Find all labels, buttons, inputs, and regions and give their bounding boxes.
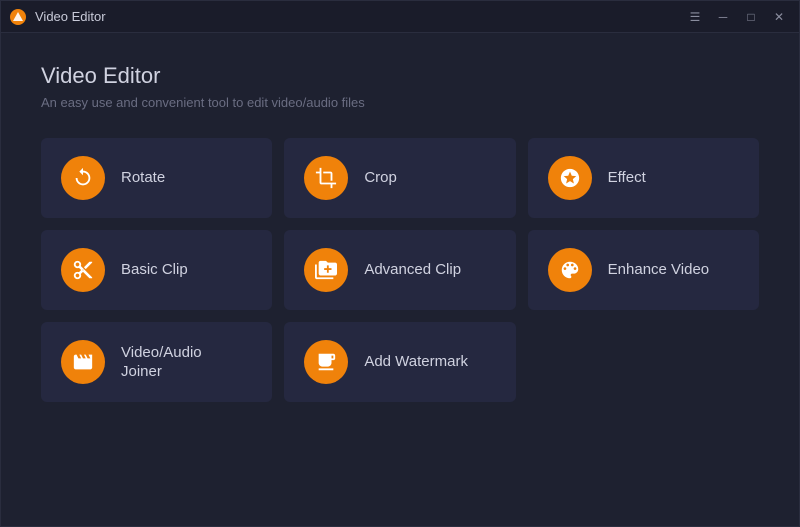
close-button[interactable]: ✕ — [767, 7, 791, 27]
menu-button[interactable]: ☰ — [683, 7, 707, 27]
rotate-icon — [61, 156, 105, 200]
crop-label: Crop — [364, 168, 397, 188]
card-add-watermark[interactable]: Add Watermark — [284, 322, 515, 402]
page-title: Video Editor — [41, 63, 759, 89]
card-video-audio-joiner[interactable]: Video/Audio Joiner — [41, 322, 272, 402]
add-watermark-label: Add Watermark — [364, 352, 468, 372]
watermark-icon — [304, 340, 348, 384]
page-subtitle: An easy use and convenient tool to edit … — [41, 95, 759, 110]
title-bar: Video Editor ☰ ─ □ ✕ — [1, 1, 799, 33]
card-basic-clip[interactable]: Basic Clip — [41, 230, 272, 310]
advanced-clip-icon — [304, 248, 348, 292]
effect-label: Effect — [608, 168, 646, 188]
main-content: Video Editor An easy use and convenient … — [1, 33, 799, 526]
crop-icon — [304, 156, 348, 200]
maximize-button[interactable]: □ — [739, 7, 763, 27]
film-icon — [61, 340, 105, 384]
palette-icon — [548, 248, 592, 292]
card-rotate[interactable]: Rotate — [41, 138, 272, 218]
main-window: Video Editor ☰ ─ □ ✕ Video Editor An eas… — [0, 0, 800, 527]
minimize-button[interactable]: ─ — [711, 7, 735, 27]
card-crop[interactable]: Crop — [284, 138, 515, 218]
window-controls: ☰ ─ □ ✕ — [683, 7, 791, 27]
app-icon — [9, 8, 27, 26]
card-empty — [528, 322, 759, 402]
rotate-label: Rotate — [121, 168, 165, 188]
scissors-icon — [61, 248, 105, 292]
window-title: Video Editor — [35, 9, 683, 24]
video-audio-joiner-label: Video/Audio Joiner — [121, 343, 202, 382]
card-advanced-clip[interactable]: Advanced Clip — [284, 230, 515, 310]
card-enhance-video[interactable]: Enhance Video — [528, 230, 759, 310]
advanced-clip-label: Advanced Clip — [364, 260, 461, 280]
feature-grid: Rotate Crop Effect — [41, 138, 759, 402]
card-effect[interactable]: Effect — [528, 138, 759, 218]
basic-clip-label: Basic Clip — [121, 260, 188, 280]
effect-icon — [548, 156, 592, 200]
enhance-video-label: Enhance Video — [608, 260, 709, 280]
